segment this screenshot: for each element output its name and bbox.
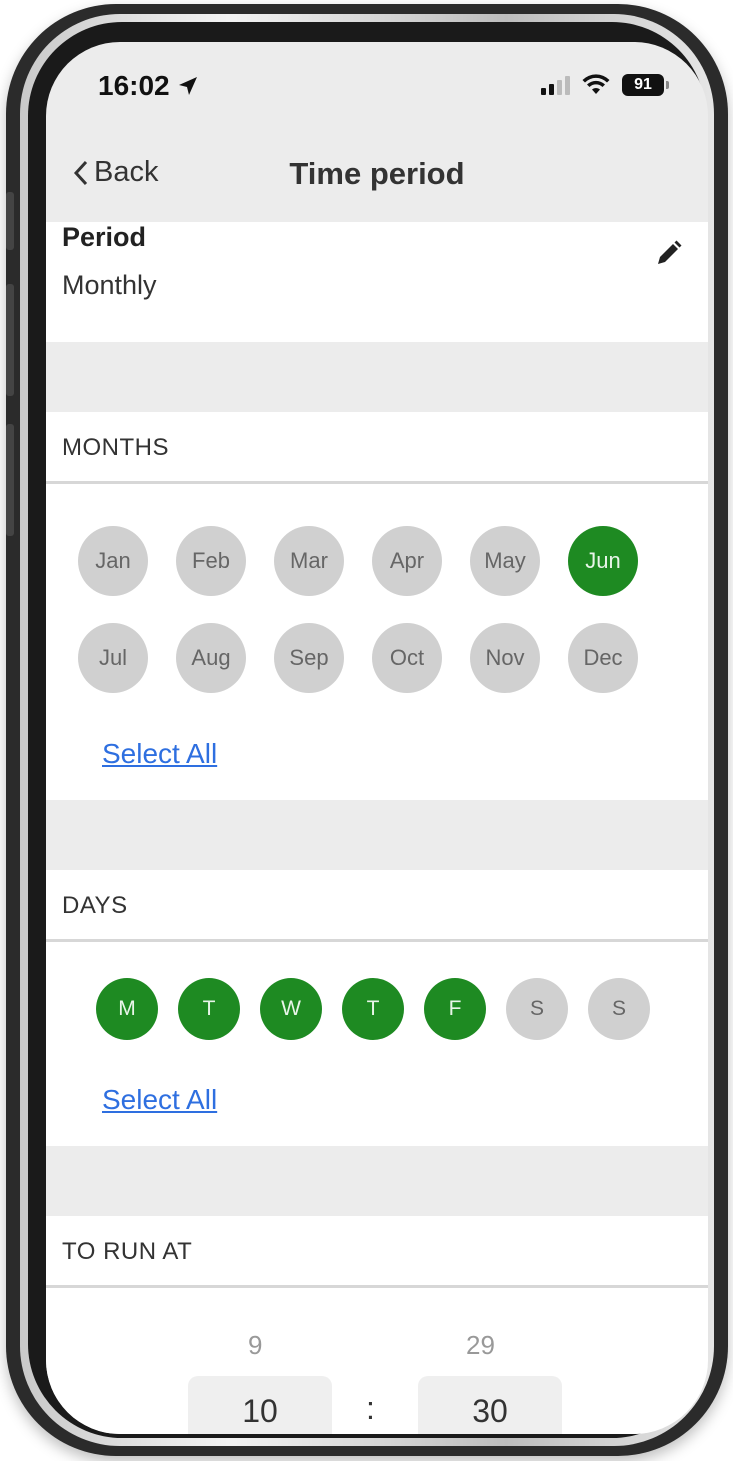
volume-down-button xyxy=(6,424,14,536)
months-header-label: MONTHS xyxy=(62,434,169,461)
month-chip-9[interactable]: Oct xyxy=(372,623,442,693)
navigation-bar: Back Time period xyxy=(46,138,708,222)
status-indicators: 91 xyxy=(541,74,669,96)
phone-frame: 16:02 91 Back Time period Period Monthly… xyxy=(6,4,728,1456)
month-chip-11[interactable]: Dec xyxy=(568,623,638,693)
month-chip-10[interactable]: Nov xyxy=(470,623,540,693)
day-chip-0[interactable]: M xyxy=(96,978,158,1040)
days-header-label: DAYS xyxy=(62,892,128,919)
status-bar: 16:02 91 xyxy=(46,42,708,132)
day-chip-1[interactable]: T xyxy=(178,978,240,1040)
day-chip-2[interactable]: W xyxy=(260,978,322,1040)
day-chip-5[interactable]: S xyxy=(506,978,568,1040)
month-chip-4[interactable]: May xyxy=(470,526,540,596)
run-at-section-header: TO RUN AT xyxy=(46,1216,708,1288)
screen: 16:02 91 Back Time period Period Monthly… xyxy=(46,42,708,1434)
day-chip-4[interactable]: F xyxy=(424,978,486,1040)
days-grid: MTWTFSS xyxy=(96,978,650,1040)
battery-icon: 91 xyxy=(622,74,669,96)
mute-switch xyxy=(6,192,14,250)
location-arrow-icon xyxy=(178,77,197,95)
hour-previous-value[interactable]: 9 xyxy=(248,1330,262,1361)
time-separator: : xyxy=(366,1390,375,1426)
days-section: MTWTFSS Select All xyxy=(46,942,708,1146)
run-at-header-label: TO RUN AT xyxy=(62,1238,193,1265)
battery-level: 91 xyxy=(634,76,652,93)
months-select-all-link[interactable]: Select All xyxy=(102,738,217,770)
day-chip-6[interactable]: S xyxy=(588,978,650,1040)
month-chip-1[interactable]: Feb xyxy=(176,526,246,596)
day-chip-3[interactable]: T xyxy=(342,978,404,1040)
days-select-all-link[interactable]: Select All xyxy=(102,1084,217,1116)
period-label: Period xyxy=(62,222,147,252)
pencil-icon[interactable] xyxy=(652,238,684,270)
month-chip-6[interactable]: Jul xyxy=(78,623,148,693)
status-time: 16:02 xyxy=(98,70,200,102)
status-time-text: 16:02 xyxy=(98,70,170,101)
cellular-signal-icon xyxy=(541,75,570,95)
days-section-header: DAYS xyxy=(46,870,708,942)
hour-picker[interactable]: 10 xyxy=(188,1376,332,1434)
time-picker: 9 29 10 : 30 xyxy=(46,1288,708,1434)
month-chip-3[interactable]: Apr xyxy=(372,526,442,596)
minute-previous-value[interactable]: 29 xyxy=(466,1330,495,1361)
month-chip-8[interactable]: Sep xyxy=(274,623,344,693)
wifi-icon xyxy=(582,74,610,94)
month-chip-0[interactable]: Jan xyxy=(78,526,148,596)
months-section: Jan Feb Mar Apr May Jun Jul Aug Sep Oct Nov Dec Sel… xyxy=(46,484,708,800)
period-value: Monthly xyxy=(62,270,157,300)
months-grid: Jan Feb Mar Apr May Jun Jul Aug Sep Oct Nov Dec xyxy=(78,526,638,693)
month-chip-7[interactable]: Aug xyxy=(176,623,246,693)
months-section-header: MONTHS xyxy=(46,412,708,484)
month-chip-2[interactable]: Mar xyxy=(274,526,344,596)
page-title: Time period xyxy=(289,156,465,191)
period-row[interactable]: Period Monthly xyxy=(46,222,708,342)
month-chip-5[interactable]: Jun xyxy=(568,526,638,596)
minute-picker[interactable]: 30 xyxy=(418,1376,562,1434)
volume-up-button xyxy=(6,284,14,396)
